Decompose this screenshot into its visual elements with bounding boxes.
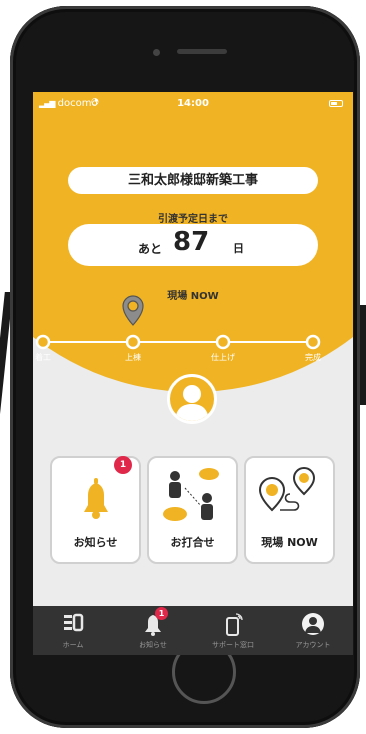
- tab-support[interactable]: サポート窓口: [193, 606, 273, 655]
- timeline-step-dot: [125, 334, 141, 350]
- tab-notices[interactable]: 1 お知らせ: [113, 606, 193, 655]
- background-stripe: [360, 305, 366, 405]
- card-label: お知らせ: [73, 536, 118, 549]
- user-avatar[interactable]: [167, 374, 217, 424]
- tab-home[interactable]: ホーム: [33, 606, 113, 655]
- account-icon: [302, 613, 324, 635]
- timeline-step-dot: [215, 334, 231, 350]
- tab-bar: ホーム 1 お知らせ サポート窓口 アカウント: [33, 606, 353, 655]
- timeline-step-dot: [35, 334, 51, 350]
- card-label: 現場 NOW: [261, 536, 318, 549]
- notice-card[interactable]: 1 お知らせ: [50, 456, 141, 564]
- tab-label: ホーム: [62, 641, 84, 649]
- tab-notice-badge: 1: [155, 607, 168, 620]
- timeline-step-label: 着工: [35, 353, 51, 362]
- timeline-step-label: 上棟: [125, 353, 141, 362]
- progress-timeline: [35, 295, 321, 350]
- meeting-card[interactable]: お打合せ: [147, 456, 238, 564]
- timeline-step-dot: [305, 334, 321, 350]
- timeline-step-label: 仕上げ: [211, 353, 235, 362]
- route-pins-icon: [258, 467, 316, 512]
- card-label: お打合せ: [170, 536, 215, 549]
- meeting-icon: [163, 468, 219, 521]
- tab-account[interactable]: アカウント: [273, 606, 353, 655]
- location-pin-icon: [122, 295, 144, 326]
- home-icon: [64, 613, 84, 632]
- timeline-step-label: 完成: [305, 353, 321, 362]
- notice-badge: 1: [114, 456, 132, 474]
- tab-label: サポート窓口: [212, 641, 254, 649]
- phone-support-icon: [226, 613, 243, 636]
- user-silhouette-icon: [175, 385, 209, 421]
- tab-label: アカウント: [295, 641, 331, 649]
- site-now-card[interactable]: 現場 NOW: [244, 456, 335, 564]
- tab-label: お知らせ: [139, 641, 167, 649]
- front-camera: [153, 49, 160, 56]
- app-screen: ▂▄▆ docomo ◔ 14:00 三和太郎様邸新築工事 引渡予定日まで あと…: [33, 92, 353, 655]
- earpiece-speaker: [177, 49, 227, 54]
